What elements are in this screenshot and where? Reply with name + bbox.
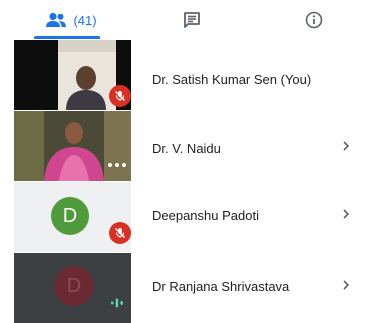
info-icon — [305, 11, 323, 29]
tab-info[interactable] — [291, 0, 337, 40]
participant-name: Dr Ranjana Shrivastava — [152, 279, 290, 294]
participant-row[interactable]: Dr. Satish Kumar Sen (You) — [0, 40, 370, 110]
mic-off-badge — [109, 85, 131, 107]
tab-chat[interactable] — [166, 0, 218, 40]
chat-icon — [184, 12, 200, 28]
avatar: D — [51, 197, 89, 235]
speaking-indicator-icon — [111, 298, 123, 308]
people-icon — [46, 12, 67, 27]
participant-row[interactable]: D Deepanshu Padoti — [0, 182, 370, 252]
participant-name: Dr. Satish Kumar Sen (You) — [152, 72, 312, 87]
active-tab-indicator — [34, 36, 100, 39]
avatar: D — [54, 266, 94, 306]
chevron-right-icon[interactable] — [340, 140, 352, 152]
video-feed — [14, 111, 131, 181]
participant-video-tile — [14, 40, 131, 110]
participant-avatar-tile: D — [14, 182, 131, 252]
mic-off-icon — [115, 91, 125, 101]
chevron-right-icon[interactable] — [340, 208, 352, 220]
tab-bar: (41) — [0, 0, 370, 40]
tab-people[interactable]: (41) — [28, 0, 114, 40]
more-options-icon — [108, 163, 126, 167]
participant-name: Deepanshu Padoti — [152, 208, 259, 223]
participant-count: (41) — [73, 12, 97, 28]
participant-avatar-tile: D — [14, 253, 131, 323]
chevron-right-icon[interactable] — [340, 279, 352, 291]
participant-name: Dr. V. Naidu — [152, 141, 221, 156]
participant-video-tile — [14, 111, 131, 181]
participants-panel: (41) Dr. Satish Kumar Sen (You) Dr. V. N… — [0, 0, 370, 323]
mic-off-badge — [109, 222, 131, 244]
participant-row[interactable]: D Dr Ranjana Shrivastava — [0, 253, 370, 323]
participant-row[interactable]: Dr. V. Naidu — [0, 111, 370, 181]
mic-off-icon — [115, 228, 125, 238]
